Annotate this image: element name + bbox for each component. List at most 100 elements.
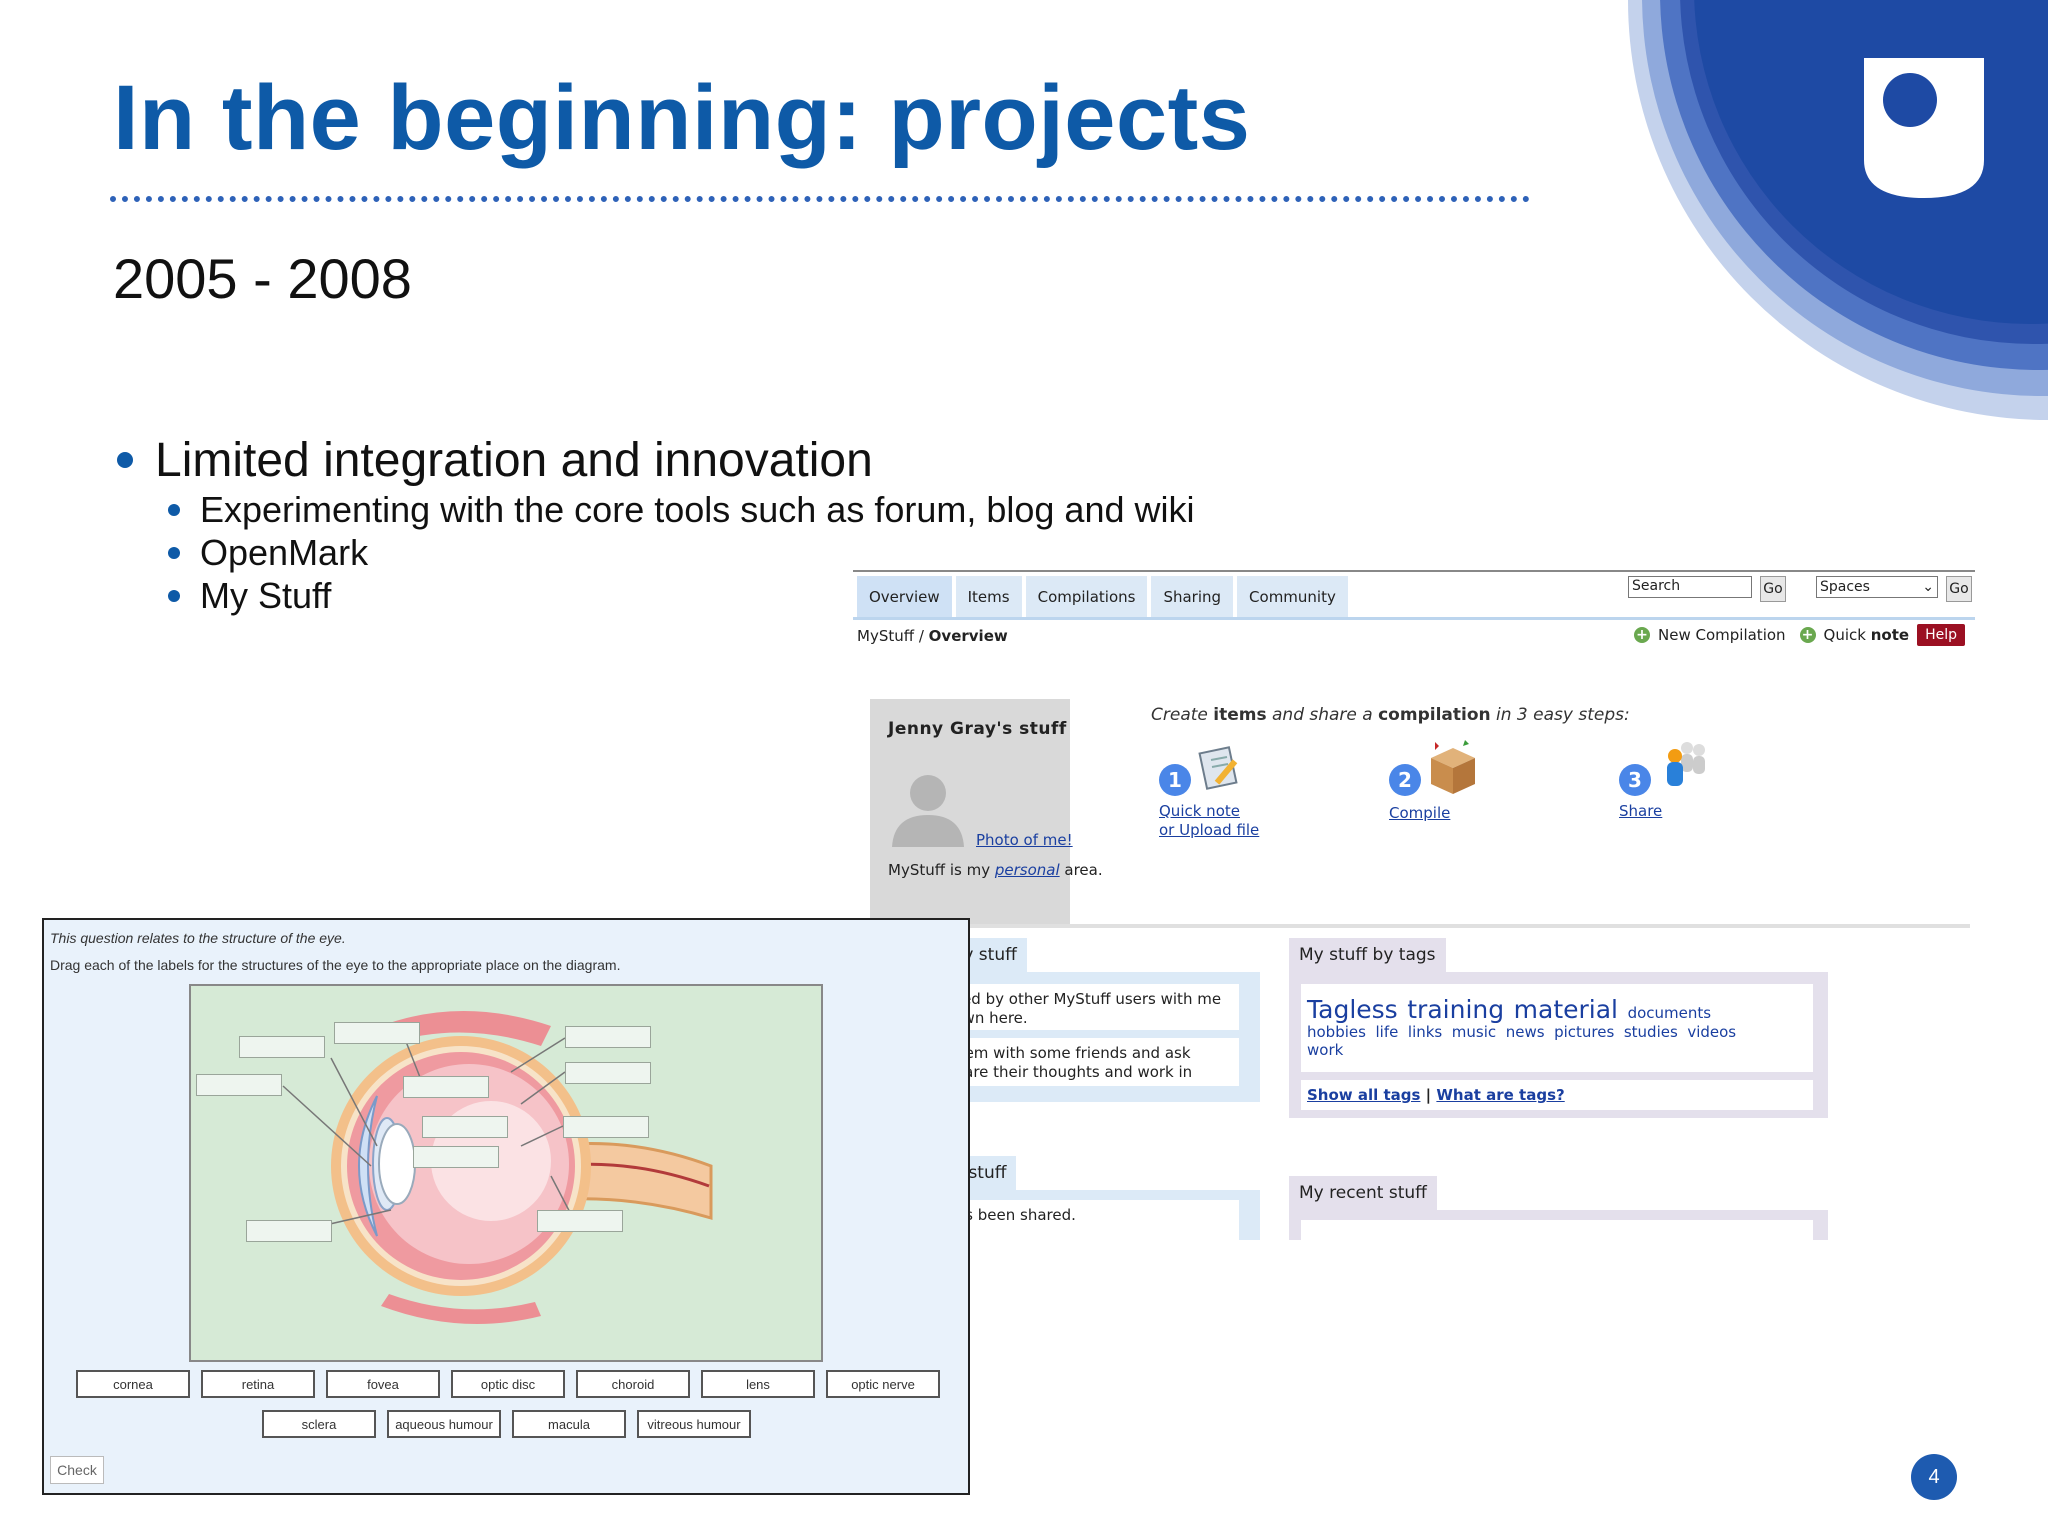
tab-sharing[interactable]: Sharing — [1151, 576, 1234, 618]
profile-card: Jenny Gray's stuff Photo of me! MyStuff … — [870, 699, 1103, 924]
chevron-down-icon: ⌄ — [1922, 579, 1934, 595]
tab-items[interactable]: Items — [955, 576, 1022, 618]
drag-label-sclera[interactable]: sclera — [262, 1410, 376, 1438]
notepad-pencil-icon — [1198, 746, 1238, 790]
tab-community[interactable]: Community — [1237, 576, 1348, 618]
quick-text: Quick — [1823, 626, 1866, 644]
drag-label-macula[interactable]: macula — [512, 1410, 626, 1438]
quick-note-link[interactable]: Quick note — [1824, 626, 1910, 644]
bullet-dot — [168, 503, 180, 516]
quick-note-upload-link[interactable]: Quick note or Upload file — [1159, 802, 1259, 840]
what-are-tags-link[interactable]: What are tags? — [1436, 1086, 1564, 1104]
page-number: 4 — [1911, 1454, 1957, 1500]
steps-text-bold: items — [1213, 705, 1267, 725]
breadcrumb-current: Overview — [928, 627, 1008, 645]
bullet-dot — [117, 452, 133, 468]
drag-label-optic-disc[interactable]: optic disc — [451, 1370, 565, 1398]
drag-label-choroid[interactable]: choroid — [576, 1370, 690, 1398]
profile-note-text: area. — [1059, 861, 1103, 879]
tag-link[interactable]: music — [1452, 1023, 1496, 1041]
recent-stuff-box — [1301, 1220, 1813, 1240]
search-go-button[interactable]: Go — [1760, 576, 1786, 602]
drag-label-fovea[interactable]: fovea — [326, 1370, 440, 1398]
drag-label-retina[interactable]: retina — [201, 1370, 315, 1398]
steps-heading: Create items and share a compilation in … — [1151, 705, 1630, 725]
action-bar: + New Compilation + Quick note Help — [1634, 624, 1965, 646]
spaces-select[interactable]: Spaces ⌄ — [1816, 576, 1938, 598]
sub-bullet-item: OpenMark — [168, 531, 1194, 574]
eye-diagram — [189, 984, 823, 1362]
drop-target[interactable] — [246, 1220, 332, 1242]
tab-compilations[interactable]: Compilations — [1025, 576, 1148, 618]
plus-icon: + — [1799, 627, 1816, 643]
profile-note-text: MyStuff is my — [888, 861, 995, 879]
breadcrumb-root[interactable]: MyStuff — [857, 627, 914, 645]
personal-link[interactable]: personal — [995, 861, 1060, 879]
mystuff-screenshot: Overview Items Compilations Sharing Comm… — [853, 570, 1975, 1240]
show-all-tags-link[interactable]: Show all tags — [1307, 1086, 1420, 1104]
tag-link[interactable]: work — [1307, 1041, 1343, 1059]
slide-subtitle: 2005 - 2008 — [113, 247, 412, 310]
tag-link[interactable]: training — [1407, 995, 1504, 1024]
tag-cloud: Tagless training material documents hobb… — [1301, 984, 1813, 1072]
sub-bullet-item: Experimenting with the core tools such a… — [168, 488, 1194, 531]
search-input[interactable]: Search — [1628, 576, 1752, 598]
drag-label-cornea[interactable]: cornea — [76, 1370, 190, 1398]
breadcrumb: MyStuff / Overview — [857, 627, 1008, 645]
drop-target[interactable] — [196, 1074, 282, 1096]
new-compilation-link[interactable]: New Compilation — [1658, 626, 1786, 644]
spaces-go-button[interactable]: Go — [1946, 576, 1972, 602]
compile-link[interactable]: Compile — [1389, 804, 1450, 823]
sub-bullet-text: Experimenting with the core tools such a… — [200, 488, 1195, 530]
tag-link[interactable]: pictures — [1554, 1023, 1614, 1041]
note-text: note — [1870, 626, 1910, 644]
bullet-dot — [168, 546, 180, 559]
tag-link[interactable]: links — [1408, 1023, 1442, 1041]
tab-overview[interactable]: Overview — [857, 576, 952, 618]
mystuff-tab-bar: Overview Items Compilations Sharing Comm… — [857, 576, 1348, 618]
drag-label-aqueous-humour[interactable]: aqueous humour — [387, 1410, 501, 1438]
tag-link[interactable]: Tagless — [1307, 995, 1398, 1024]
steps-text: Create — [1151, 705, 1214, 725]
question-intro: This question relates to the structure o… — [50, 930, 346, 946]
tag-link[interactable]: videos — [1687, 1023, 1736, 1041]
drop-target[interactable] — [563, 1116, 649, 1138]
share-link[interactable]: Share — [1619, 802, 1662, 821]
recent-stuff-heading: My recent stuff — [1289, 1176, 1437, 1210]
drop-target[interactable] — [565, 1026, 651, 1048]
openmark-screenshot: This question relates to the structure o… — [42, 918, 970, 1495]
tag-link[interactable]: news — [1506, 1023, 1545, 1041]
drag-label-vitreous-humour[interactable]: vitreous humour — [637, 1410, 751, 1438]
tag-link[interactable]: material — [1514, 995, 1618, 1024]
sub-bullet-text: My Stuff — [200, 574, 332, 616]
steps-text: and share a — [1266, 705, 1379, 725]
section-divider — [870, 924, 1970, 928]
tag-link[interactable]: documents — [1628, 1004, 1712, 1022]
tag-link[interactable]: studies — [1624, 1023, 1678, 1041]
drop-target[interactable] — [565, 1062, 651, 1084]
box-icon — [1431, 740, 1475, 794]
tag-link[interactable]: hobbies — [1307, 1023, 1366, 1041]
drop-target[interactable] — [334, 1022, 420, 1044]
profile-note: MyStuff is my personal area. — [888, 861, 1103, 879]
drop-target[interactable] — [413, 1146, 499, 1168]
title-divider — [110, 196, 1530, 202]
drop-target[interactable] — [422, 1116, 508, 1138]
photo-link[interactable]: Photo of me! — [976, 831, 1073, 849]
open-university-logo — [1620, 0, 2048, 430]
avatar — [892, 775, 964, 847]
drop-target[interactable] — [239, 1036, 325, 1058]
breadcrumb-separator: / — [914, 627, 929, 645]
spaces-select-value: Spaces — [1820, 579, 1870, 595]
drag-label-optic-nerve[interactable]: optic nerve — [826, 1370, 940, 1398]
drag-label-lens[interactable]: lens — [701, 1370, 815, 1398]
step-number: 1 — [1159, 764, 1191, 796]
question-instruction: Drag each of the labels for the structur… — [50, 957, 621, 973]
drop-target[interactable] — [537, 1210, 623, 1232]
people-icon — [1667, 742, 1705, 786]
help-button[interactable]: Help — [1917, 624, 1965, 646]
drop-target[interactable] — [403, 1076, 489, 1098]
step-number: 2 — [1389, 764, 1421, 796]
check-button[interactable]: Check — [50, 1456, 104, 1484]
tag-link[interactable]: life — [1376, 1023, 1399, 1041]
